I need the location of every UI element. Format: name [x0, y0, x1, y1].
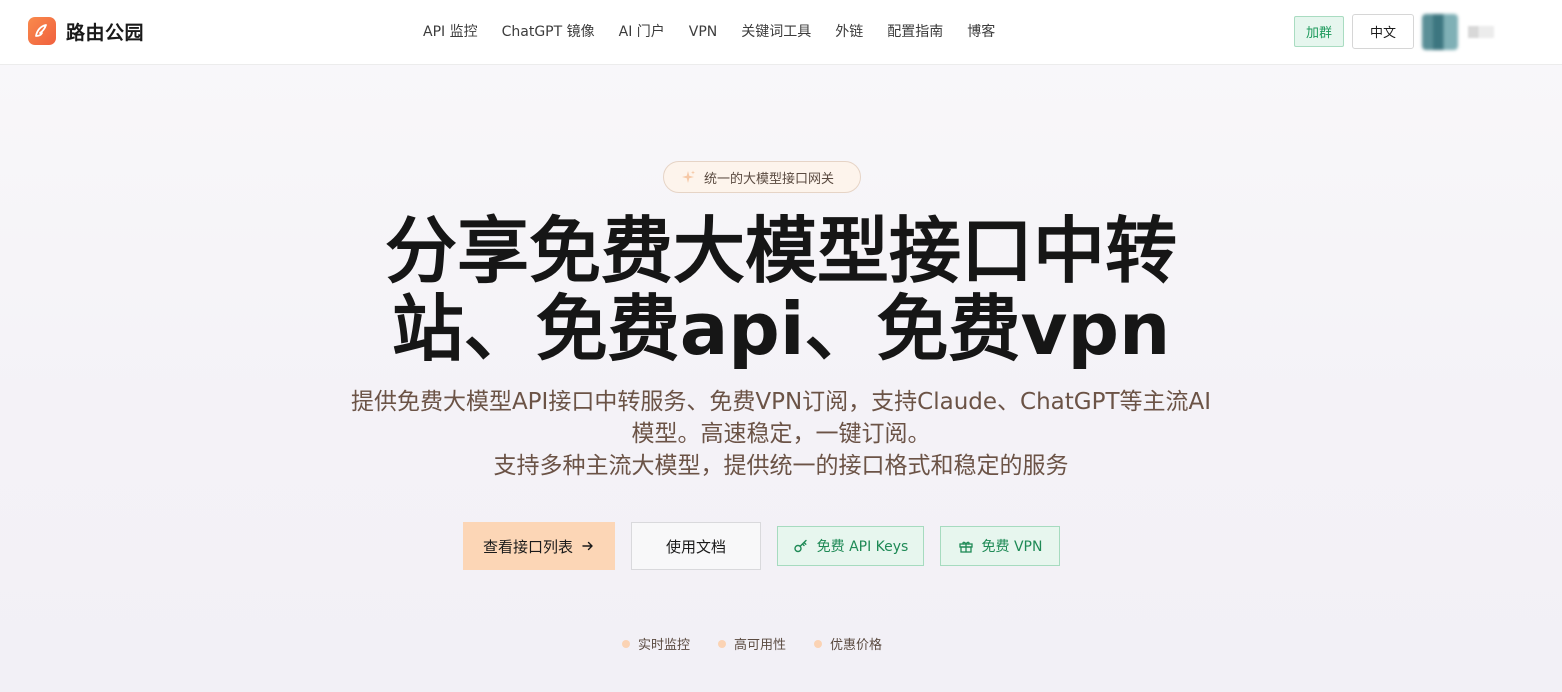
docs-button[interactable]: 使用文档 — [631, 522, 761, 570]
bullet-dot-icon — [718, 639, 727, 648]
nav-item-ai-portal[interactable]: AI 门户 — [619, 22, 665, 42]
hero-title: 分享免费大模型接口中转 站、免费api、免费vpn — [300, 212, 1262, 368]
hero-badge: 统一的大模型接口网关 — [663, 161, 861, 193]
sparkle-icon — [680, 169, 696, 185]
feature-label-discount-price: 优惠价格 — [830, 638, 883, 653]
free-vpn-label: 免费 VPN — [981, 539, 1043, 555]
gift-icon — [958, 538, 974, 554]
docs-button-label: 使用文档 — [665, 537, 726, 556]
hero-badge-label: 统一的大模型接口网关 — [704, 171, 835, 187]
nav-item-api-monitor[interactable]: API 监控 — [423, 22, 478, 42]
free-api-keys-button[interactable]: 免费 API Keys — [777, 526, 924, 566]
top-header: 路由公园 API 监控 ChatGPT 镜像 AI 门户 VPN 关键词工具 外… — [0, 0, 1562, 65]
view-api-list-button[interactable]: 查看接口列表 — [463, 522, 615, 570]
feature-list: 实时监控 高可用性 优惠价格 — [622, 634, 910, 653]
hero-subtitle: 提供免费大模型API接口中转服务、免费VPN订阅，支持Claude、ChatGP… — [300, 386, 1262, 482]
nav-item-vpn[interactable]: VPN — [689, 22, 718, 42]
nav-item-backlinks[interactable]: 外链 — [835, 22, 863, 42]
bird-logo-icon — [28, 17, 56, 45]
feature-item: 实时监控 — [622, 634, 690, 653]
bullet-dot-icon — [622, 639, 630, 648]
nav-item-config-guide[interactable]: 配置指南 — [887, 22, 943, 42]
nav-item-chatgpt-mirror[interactable]: ChatGPT 镜像 — [502, 22, 595, 42]
hero-subtitle-line-3: 支持多种主流大模型，提供统一的接口格式和稳定的服务 — [493, 453, 1069, 479]
brand-name: 路由公园 — [66, 21, 145, 44]
bullet-dot-icon — [814, 639, 823, 648]
free-vpn-button[interactable]: 免费 VPN — [940, 526, 1060, 566]
arrow-right-icon — [581, 539, 595, 553]
hero-subtitle-line-1: 提供免费大模型API接口中转服务、免费VPN订阅，支持Claude、ChatGP… — [350, 389, 1212, 415]
free-api-keys-label: 免费 API Keys — [816, 539, 909, 555]
key-icon — [793, 538, 809, 554]
main-nav: API 监控 ChatGPT 镜像 AI 门户 VPN 关键词工具 外链 配置指… — [423, 22, 1019, 42]
language-button[interactable]: 中文 — [1352, 14, 1414, 49]
nav-item-keyword-tool[interactable]: 关键词工具 — [741, 22, 811, 42]
feature-label-high-availability: 高可用性 — [734, 638, 787, 653]
feature-item: 优惠价格 — [814, 634, 882, 653]
hero-title-line-1: 分享免费大模型接口中转 — [384, 209, 1177, 293]
join-group-button[interactable]: 加群 — [1294, 16, 1344, 47]
feature-item: 高可用性 — [718, 634, 786, 653]
feature-label-realtime-monitoring: 实时监控 — [638, 638, 691, 653]
user-avatar[interactable] — [1422, 14, 1458, 50]
user-menu-blurred[interactable] — [1468, 26, 1494, 38]
hero-subtitle-line-2: 模型。高速稳定，一键订阅。 — [631, 421, 931, 447]
hero-title-line-2: 站、免费api、免费vpn — [391, 287, 1171, 371]
nav-item-blog[interactable]: 博客 — [967, 22, 995, 42]
brand-logo[interactable]: 路由公园 — [28, 17, 144, 45]
view-api-list-label: 查看接口列表 — [482, 537, 573, 556]
